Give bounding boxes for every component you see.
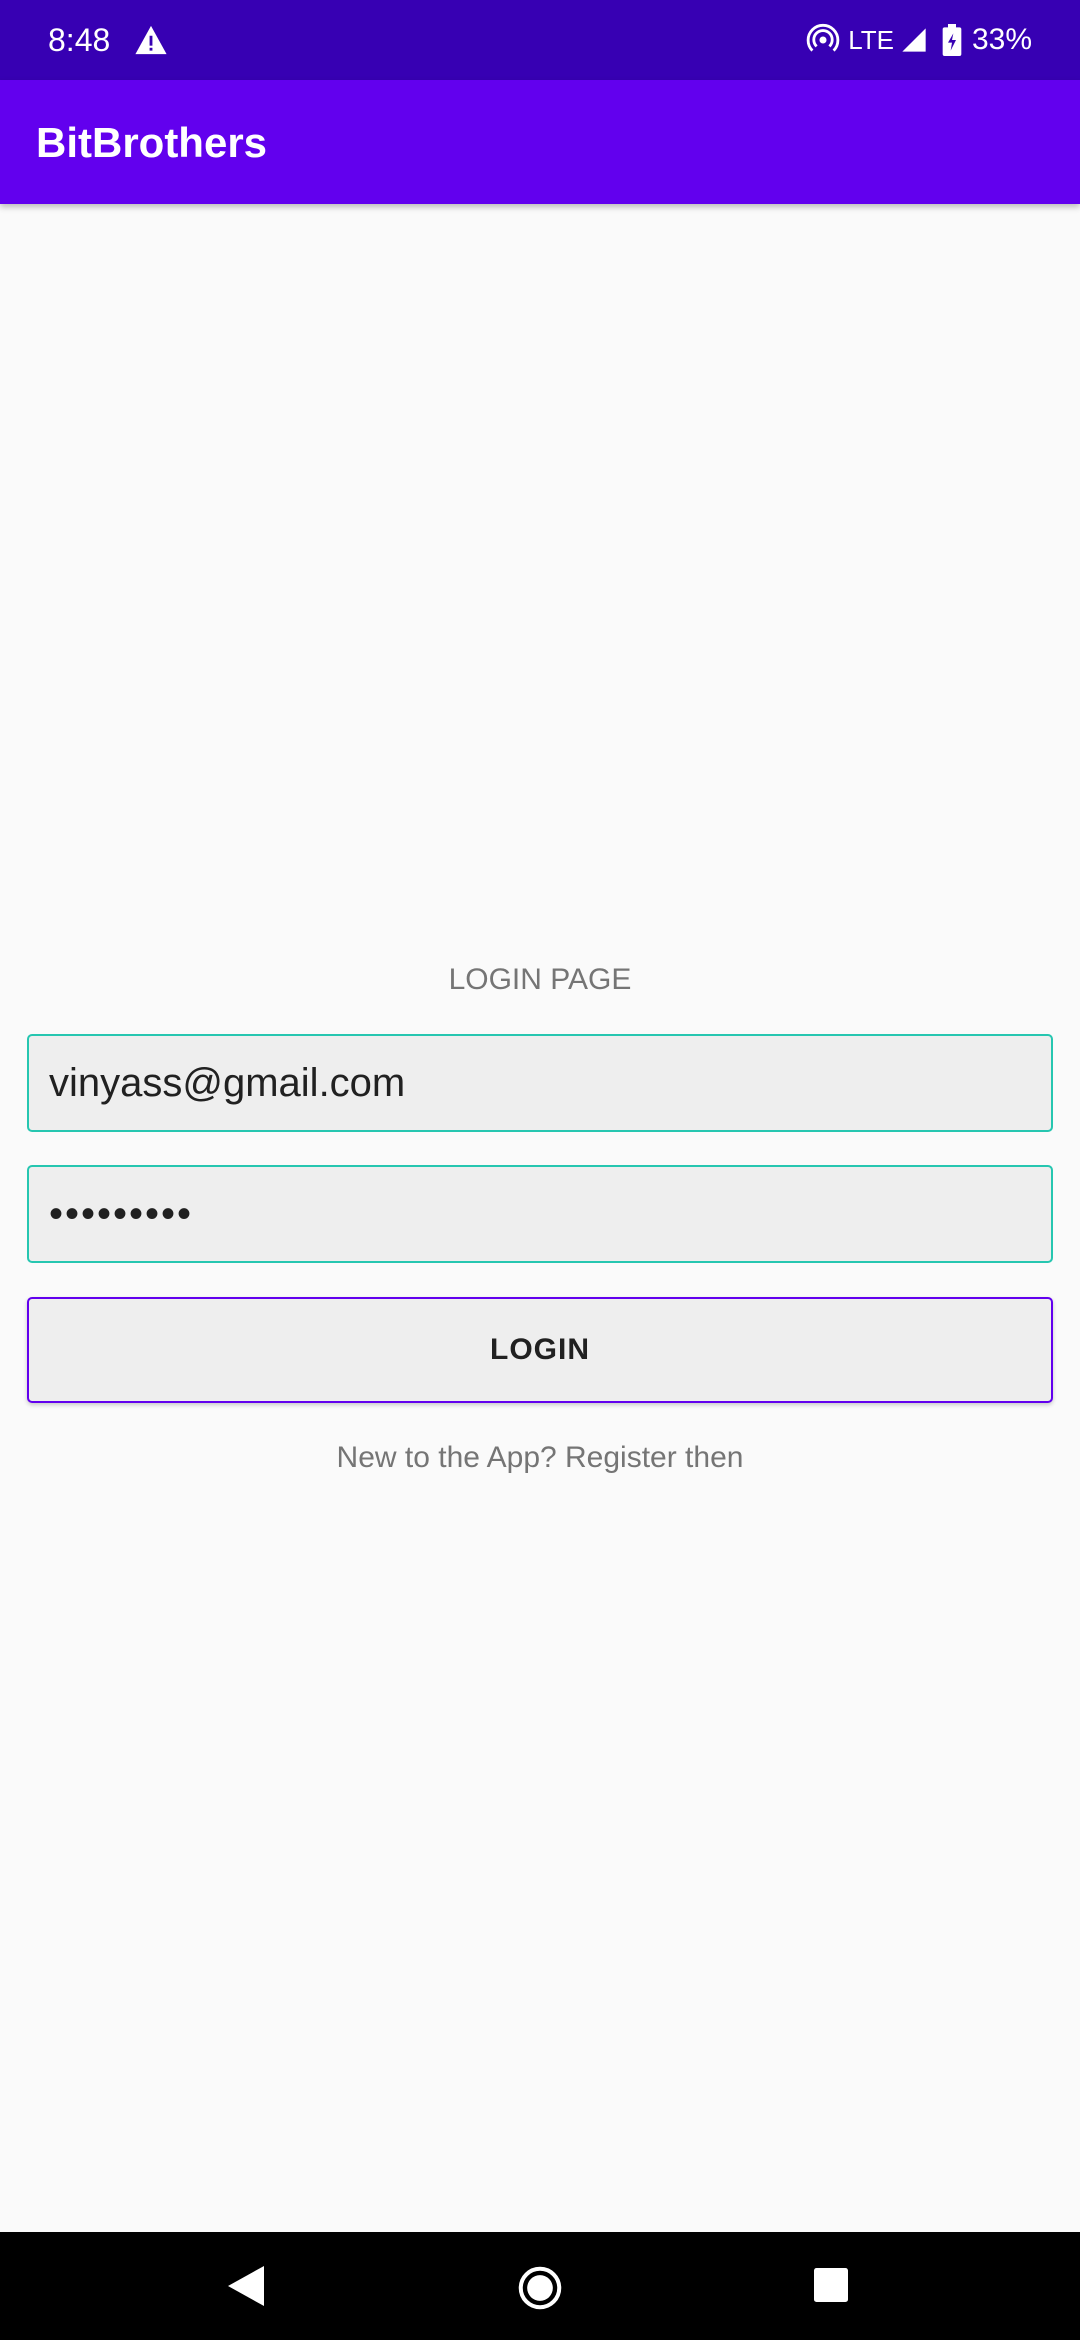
login-button[interactable]: LOGIN xyxy=(27,1297,1053,1403)
login-page-heading: LOGIN PAGE xyxy=(448,963,632,996)
signal-icon xyxy=(902,28,926,52)
register-link[interactable]: New to the App? Register then xyxy=(0,1438,1080,1478)
status-bar: 8:48 LTE 33% xyxy=(0,0,1080,80)
network-type-label: LTE xyxy=(848,24,894,55)
status-icons: LTE 33% xyxy=(806,20,1032,60)
battery-icon xyxy=(942,24,962,56)
password-field[interactable] xyxy=(27,1165,1053,1263)
status-time: 8:48 xyxy=(48,22,111,58)
app-title: BitBrothers xyxy=(36,119,268,166)
back-icon[interactable] xyxy=(228,2266,264,2306)
battery-percentage: 33% xyxy=(971,23,1032,56)
app-bar: BitBrothers xyxy=(0,80,1080,204)
recents-icon[interactable] xyxy=(814,2268,848,2302)
warning-icon xyxy=(135,25,167,55)
navigation-bar xyxy=(0,2232,1080,2340)
hotspot-icon xyxy=(806,23,840,52)
email-field[interactable] xyxy=(27,1034,1053,1132)
home-icon[interactable] xyxy=(518,2266,562,2310)
